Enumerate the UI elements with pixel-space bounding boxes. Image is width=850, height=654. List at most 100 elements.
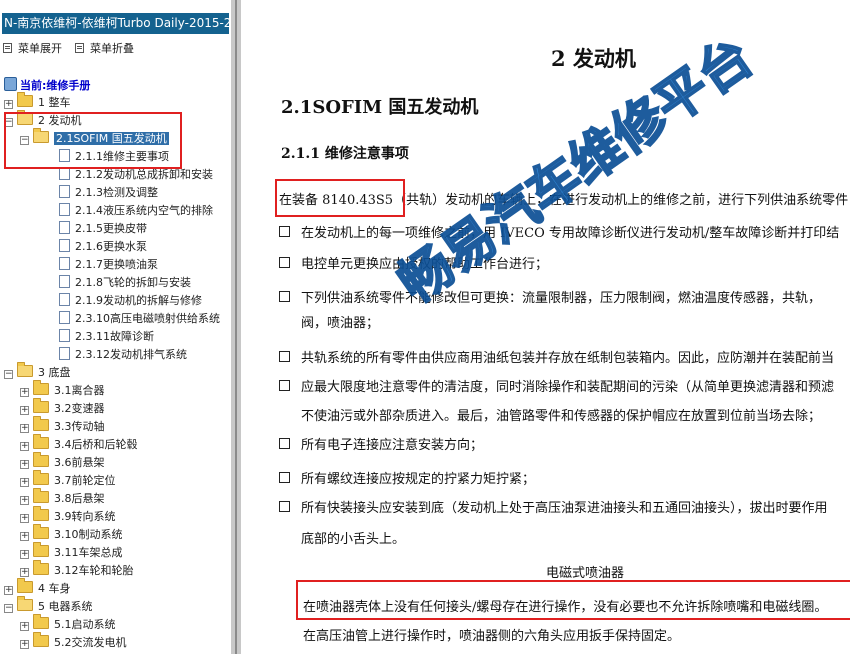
tree-item-label: 2.3.10高压电磁喷射供给系统 xyxy=(75,312,220,325)
tree-item-label: 2.3.12发动机排气系统 xyxy=(75,348,187,361)
bullet-item: 所有快装接头应安装到底（发动机上处于高压油泵进油接头和五通回油接头），拔出时要作… xyxy=(279,497,828,516)
folder-icon xyxy=(33,416,49,431)
tree-pane: N-南京依维柯-依维柯Turbo Daily-2015-20 菜单展开 菜单折叠… xyxy=(0,0,231,654)
expand-icon[interactable]: + xyxy=(20,622,29,631)
expand-icon[interactable]: + xyxy=(20,406,29,415)
bullet-item: 共轨系统的所有零件由供应商用油纸包装并存放在纸制包装箱内。因此，应防潮并在装配前… xyxy=(279,347,834,366)
expand-all-label: 菜单展开 xyxy=(18,42,62,55)
tree-item-label: 3.10制动系统 xyxy=(54,528,123,541)
tree-item-document[interactable]: 2.3.10高压电磁喷射供给系统 xyxy=(46,310,220,328)
bullet-text: 所有快装接头应安装到底（发动机上处于高压油泵进油接头和五通回油接头），拔出时要作… xyxy=(301,501,828,516)
expand-all-button[interactable]: 菜单展开 xyxy=(3,40,62,56)
document-icon xyxy=(59,239,70,252)
checkbox-bullet-icon xyxy=(279,351,290,362)
collapse-all-button[interactable]: 菜单折叠 xyxy=(75,40,134,56)
expand-icon[interactable]: + xyxy=(20,514,29,523)
tree-item-label: 3.4后桥和后轮毂 xyxy=(54,438,138,451)
tree-item-label: 2.1.5更换皮带 xyxy=(75,222,147,235)
splitter-line xyxy=(235,0,237,654)
tree-item-folder[interactable]: +5.2交流发电机 xyxy=(20,632,127,652)
tree-item-document[interactable]: 2.1.5更换皮带 xyxy=(46,220,147,238)
tree-item-label: 5.1启动系统 xyxy=(54,618,116,631)
document-icon xyxy=(59,293,70,306)
expand-icon[interactable]: + xyxy=(20,388,29,397)
document-icon xyxy=(59,275,70,288)
expand-icon[interactable]: + xyxy=(20,442,29,451)
folder-icon xyxy=(33,380,49,395)
tree-item-document[interactable]: 2.1.7更换喷油泵 xyxy=(46,256,158,274)
folder-icon xyxy=(33,614,49,629)
expand-icon[interactable]: + xyxy=(20,478,29,487)
window-title: N-南京依维柯-依维柯Turbo Daily-2015-20 xyxy=(2,13,229,34)
document-icon xyxy=(59,257,70,270)
section-title: 2.1SOFIM 国五发动机 xyxy=(281,97,479,118)
tree-item-document[interactable]: 2.3.12发动机排气系统 xyxy=(46,346,187,364)
expand-icon[interactable]: + xyxy=(20,496,29,505)
tree-item-label: 3.8后悬架 xyxy=(54,492,105,505)
last-line: 在高压油管上进行操作时，喷油器侧的六角头应用扳手保持固定。 xyxy=(303,629,681,644)
folder-icon xyxy=(33,452,49,467)
highlight-box xyxy=(275,179,405,217)
tree-item-label: 1 整车 xyxy=(38,96,71,109)
folder-icon xyxy=(17,578,33,593)
pane-splitter[interactable] xyxy=(231,0,241,654)
tree-item-label: 3.3传动轴 xyxy=(54,420,105,433)
bullet-text: 所有电子连接应注意安装方向； xyxy=(301,438,484,453)
folder-icon xyxy=(33,398,49,413)
tree-item-document[interactable]: 2.1.8飞轮的拆卸与安装 xyxy=(46,274,191,292)
tree-item-document[interactable]: 2.1.4液压系统内空气的排除 xyxy=(46,202,213,220)
expand-icon[interactable]: + xyxy=(20,640,29,649)
tree-item-label: 2.3.11故障诊断 xyxy=(75,330,154,343)
tree-item-label: 3.2变速器 xyxy=(54,402,105,415)
bullet-item: 所有电子连接应注意安装方向； xyxy=(279,434,483,453)
tree-item-label: 3.12车轮和轮胎 xyxy=(54,564,134,577)
tree-item-folder[interactable]: +3.12车轮和轮胎 xyxy=(20,560,134,580)
collapse-all-label: 菜单折叠 xyxy=(90,42,134,55)
tree-item-label: 5.2交流发电机 xyxy=(54,636,127,649)
expand-icon[interactable]: + xyxy=(20,568,29,577)
expand-icon[interactable]: + xyxy=(20,550,29,559)
bullet-text: 应最大限度地注意零件的清洁度，同时消除操作和装配期间的污染（从简单更换滤清器和预… xyxy=(301,380,835,395)
expand-icon[interactable]: + xyxy=(20,532,29,541)
folder-icon xyxy=(17,92,33,107)
tree-item-label: 4 车身 xyxy=(38,582,71,595)
expand-icon[interactable]: + xyxy=(20,424,29,433)
highlight-box xyxy=(296,580,850,620)
tree-item-document[interactable]: 2.1.6更换水泵 xyxy=(46,238,147,256)
tree-item-document[interactable]: 2.3.11故障诊断 xyxy=(46,328,154,346)
tree-item-label: 5 电器系统 xyxy=(38,600,93,613)
expand-icon[interactable]: + xyxy=(4,586,13,595)
tree-item-label: 3 底盘 xyxy=(38,366,71,379)
bullet-text: 共轨系统的所有零件由供应商用油纸包装并存放在纸制包装箱内。因此，应防潮并在装配前… xyxy=(301,351,835,366)
tree-item-label: 2.1.8飞轮的拆卸与安装 xyxy=(75,276,191,289)
subheading: 电磁式喷油器 xyxy=(546,566,625,581)
tree-item-folder[interactable]: +1 整车 xyxy=(4,92,71,112)
expand-icon[interactable]: + xyxy=(4,100,13,109)
document-icon xyxy=(59,185,70,198)
current-manual-label: 当前:维修手册 xyxy=(4,77,90,93)
bullet-continuation: 阀，喷油器； xyxy=(301,316,380,331)
tree-item-document[interactable]: 2.1.3检测及调整 xyxy=(46,184,158,202)
tree-item-label: 2.1.4液压系统内空气的排除 xyxy=(75,204,213,217)
expand-icon[interactable]: + xyxy=(20,460,29,469)
collapse-icon[interactable]: − xyxy=(4,604,13,613)
tree-item-folder[interactable]: − 5 电器系统 xyxy=(4,596,93,616)
checkbox-bullet-icon xyxy=(279,438,290,449)
document-view: 2 发动机 2.1SOFIM 国五发动机 2.1.1 维修注意事项 在装备 81… xyxy=(241,0,850,654)
chapter-title: 2 发动机 xyxy=(551,46,636,71)
highlight-box xyxy=(4,112,182,169)
collapse-icon[interactable]: − xyxy=(4,370,13,379)
tree-item-label: 2.1.3检测及调整 xyxy=(75,186,158,199)
document-icon xyxy=(59,329,70,342)
folder-icon xyxy=(33,506,49,521)
tree-item-folder[interactable]: +4 车身 xyxy=(4,578,71,598)
subsection-title: 2.1.1 维修注意事项 xyxy=(281,146,409,162)
folder-icon xyxy=(33,434,49,449)
tree-item-document[interactable]: 2.1.9发动机的拆解与修修 xyxy=(46,292,202,310)
tree-item-label: 3.1离合器 xyxy=(54,384,105,397)
tree-item-label: 3.7前轮定位 xyxy=(54,474,116,487)
bullet-item: 应最大限度地注意零件的清洁度，同时消除操作和装配期间的污染（从简单更换滤清器和预… xyxy=(279,376,834,395)
checkbox-bullet-icon xyxy=(279,472,290,483)
current-label-text: 当前:维修手册 xyxy=(20,79,91,92)
tree-item-label: 3.11车架总成 xyxy=(54,546,123,559)
